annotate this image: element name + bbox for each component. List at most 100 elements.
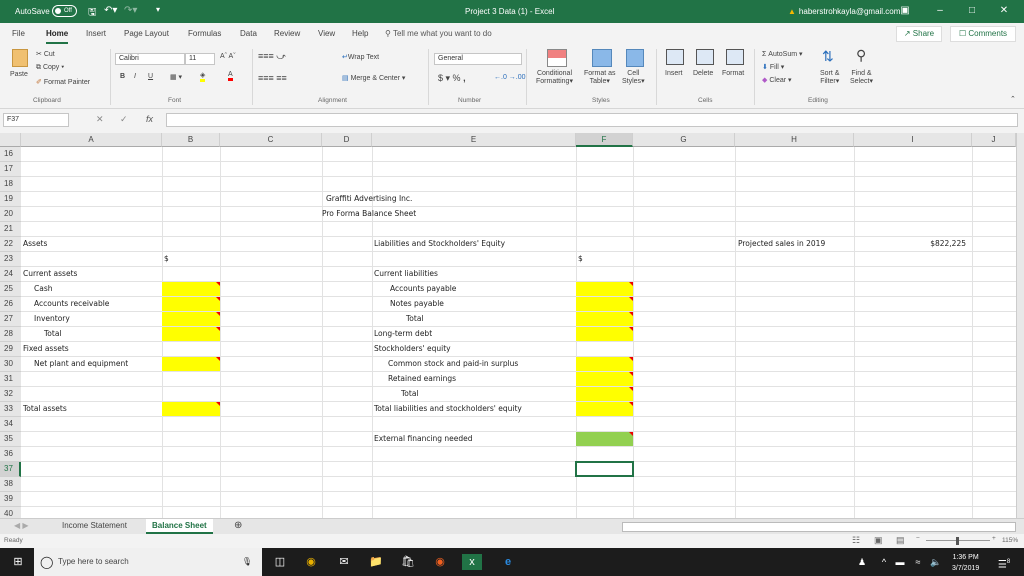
page-layout-view-icon[interactable]: ▣: [874, 535, 883, 546]
input-cell-retained-earnings[interactable]: [576, 372, 633, 386]
clear-button[interactable]: ◆ Clear ▾: [762, 76, 792, 84]
cell-company-name[interactable]: Graffiti Advertising Inc.: [326, 192, 412, 206]
cancel-icon[interactable]: ✕: [96, 114, 104, 125]
align-horizontal-icon[interactable]: ≡≡≡ ≡≡: [258, 73, 287, 83]
scroll-tabs-left-icon[interactable]: ◀ ▶: [8, 519, 35, 534]
task-view-icon[interactable]: ◫: [272, 554, 288, 570]
row-header-40[interactable]: 40: [0, 507, 21, 518]
result-cell-efn[interactable]: [576, 432, 633, 446]
tab-file[interactable]: File: [12, 29, 25, 38]
row-header-16[interactable]: 16: [0, 147, 21, 162]
excel-icon[interactable]: x: [462, 554, 482, 570]
fill-color-icon[interactable]: ◈: [200, 71, 206, 82]
tab-page-layout[interactable]: Page Layout: [124, 29, 169, 38]
vertical-scrollbar[interactable]: [1016, 133, 1024, 518]
cell-cash[interactable]: Cash: [34, 282, 53, 296]
wrap-text-button[interactable]: ↵Wrap Text: [342, 53, 379, 61]
insert-function-icon[interactable]: fx: [146, 114, 153, 124]
column-header-b[interactable]: B: [162, 133, 220, 147]
spreadsheet-grid[interactable]: A B C D E F G H I J 16 17 18 19 20 21 22 23 24 25…: [0, 133, 1016, 518]
conditional-formatting-button[interactable]: Conditional Formatting▾: [536, 70, 573, 85]
format-painter-button[interactable]: ✐ Format Painter: [36, 78, 90, 86]
cell-accounts-receivable[interactable]: Accounts receivable: [34, 297, 109, 311]
format-cells-icon[interactable]: [726, 49, 744, 65]
mail-icon[interactable]: ✉: [336, 554, 352, 570]
row-header-27[interactable]: 27: [0, 312, 21, 327]
cell-common-stock[interactable]: Common stock and paid-in surplus: [388, 357, 518, 371]
format-table-icon[interactable]: [592, 49, 612, 67]
column-header-e[interactable]: E: [372, 133, 576, 147]
delete-button[interactable]: Delete: [693, 70, 713, 77]
cell-dollar-b[interactable]: $: [164, 252, 169, 266]
cell-projected-sales-value[interactable]: $822,225: [854, 237, 966, 251]
currency-button[interactable]: $ ▾ % ,: [438, 73, 466, 84]
row-header-29[interactable]: 29: [0, 342, 21, 357]
cell-notes-payable[interactable]: Notes payable: [390, 297, 444, 311]
save-icon[interactable]: 🖫: [88, 5, 97, 22]
find-select-button[interactable]: Find & Select▾: [850, 70, 873, 85]
cell-total-current-assets[interactable]: Total: [44, 327, 62, 341]
row-header-39[interactable]: 39: [0, 492, 21, 507]
merge-center-button[interactable]: ▤ Merge & Center ▾: [342, 74, 405, 82]
row-header-30[interactable]: 30: [0, 357, 21, 372]
sort-filter-button[interactable]: Sort & Filter▾: [820, 70, 839, 85]
column-header-c[interactable]: C: [220, 133, 322, 147]
row-header-31[interactable]: 31: [0, 372, 21, 387]
file-explorer-icon[interactable]: 📁: [368, 554, 384, 570]
column-header-h[interactable]: H: [735, 133, 854, 147]
tell-me-search[interactable]: ⚲ Tell me what you want to do: [385, 29, 492, 38]
cell-accounts-payable[interactable]: Accounts payable: [390, 282, 456, 296]
input-cell-accounts-receivable[interactable]: [162, 297, 220, 311]
row-header-32[interactable]: 32: [0, 387, 21, 402]
cell-projected-sales-label[interactable]: Projected sales in 2019: [738, 237, 825, 251]
horizontal-scrollbar[interactable]: [622, 522, 1016, 532]
cell-fixed-assets[interactable]: Fixed assets: [23, 342, 69, 356]
cell-assets[interactable]: Assets: [23, 237, 47, 251]
format-as-table-button[interactable]: Format as Table▾: [584, 70, 616, 85]
row-header-19[interactable]: 19: [0, 192, 21, 207]
microphone-icon[interactable]: 🎙: [242, 548, 252, 576]
format-button[interactable]: Format: [722, 70, 744, 77]
cell-net-plant[interactable]: Net plant and equipment: [34, 357, 128, 371]
cell-total-current-liabilities[interactable]: Total: [406, 312, 424, 326]
chrome-icon[interactable]: ◉: [303, 554, 319, 570]
font-color-icon[interactable]: A: [228, 71, 233, 81]
copy-button[interactable]: ⧉ Copy ▾: [36, 64, 64, 72]
insert-cells-icon[interactable]: [666, 49, 684, 65]
notifications-icon[interactable]: ☰8: [996, 554, 1012, 570]
cell-dollar-f[interactable]: $: [578, 252, 583, 266]
fill-button[interactable]: ⬇ Fill ▾: [762, 63, 784, 71]
windows-start-icon[interactable]: ⊞: [10, 554, 26, 570]
row-header-25[interactable]: 25: [0, 282, 21, 297]
account[interactable]: ▲ haberstrohkayla@gmail.com: [788, 7, 900, 16]
underline-button[interactable]: U: [148, 73, 153, 80]
cell-current-assets[interactable]: Current assets: [23, 267, 77, 281]
cell-styles-icon[interactable]: [626, 49, 644, 67]
store-icon[interactable]: 🛍: [400, 554, 416, 570]
input-cell-long-term-debt[interactable]: [576, 327, 633, 341]
input-cell-total-assets[interactable]: [162, 402, 220, 416]
bold-button[interactable]: B: [120, 73, 125, 80]
row-header-18[interactable]: 18: [0, 177, 21, 192]
insert-button[interactable]: Insert: [665, 70, 683, 77]
input-cell-total-current-liabilities[interactable]: [576, 312, 633, 326]
wifi-icon[interactable]: ≈: [910, 554, 926, 570]
clock[interactable]: 1:36 PM 3/7/2019: [952, 552, 979, 574]
cell-inventory[interactable]: Inventory: [34, 312, 70, 326]
sheet-tab-income-statement[interactable]: Income Statement: [56, 519, 133, 534]
input-cell-total-equity[interactable]: [576, 387, 633, 401]
collapse-ribbon-icon[interactable]: ⌃: [1010, 95, 1016, 103]
font-size-select[interactable]: 11: [185, 53, 215, 65]
row-header-24[interactable]: 24: [0, 267, 21, 282]
edge-icon[interactable]: e: [500, 554, 516, 570]
origin-icon[interactable]: ◉: [432, 554, 448, 570]
align-top-icon[interactable]: ≡≡≡ ⤻: [258, 51, 286, 62]
row-header-38[interactable]: 38: [0, 477, 21, 492]
cell-total-equity[interactable]: Total: [401, 387, 419, 401]
battery-icon[interactable]: ▬: [892, 554, 908, 570]
row-header-23[interactable]: 23: [0, 252, 21, 267]
volume-icon[interactable]: 🔈: [928, 554, 944, 570]
row-header-17[interactable]: 17: [0, 162, 21, 177]
cell-sheet-title[interactable]: Pro Forma Balance Sheet: [322, 207, 416, 221]
input-cell-total-current-assets[interactable]: [162, 327, 220, 341]
